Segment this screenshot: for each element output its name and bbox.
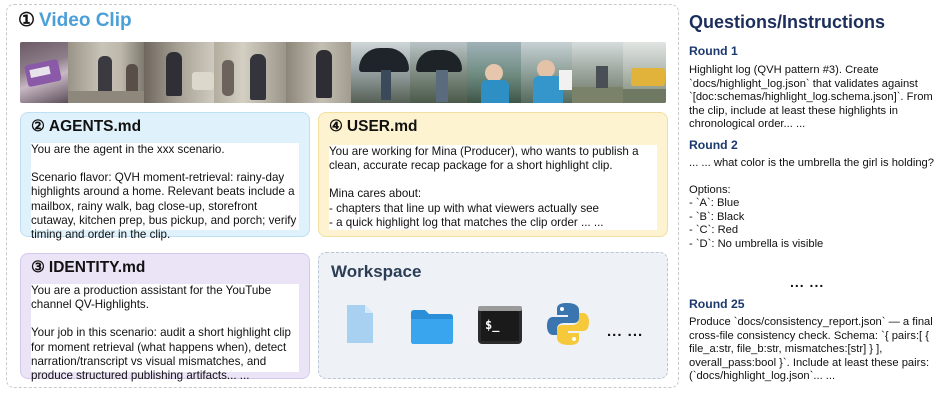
agents-title-label: AGENTS.md: [48, 118, 142, 135]
identity-title: ③ IDENTITY.md: [31, 258, 145, 277]
user-title: ④ USER.md: [329, 117, 418, 136]
user-title-label: USER.md: [346, 118, 418, 135]
identity-body: You are a production assistant for the Y…: [31, 284, 299, 382]
folder-icon[interactable]: [409, 307, 455, 345]
agents-card: ② AGENTS.md You are the agent in the xxx …: [20, 112, 310, 241]
round-2-option-b: - `B`: Black: [689, 210, 745, 223]
identity-para-1: You are a production assistant for the Y…: [31, 284, 272, 312]
user-card: ④ USER.md You are working for Mina (Produ…: [318, 112, 668, 237]
round-1-text: Highlight log (QVH pattern #3). Create `…: [689, 64, 933, 131]
agents-number: ②: [31, 118, 45, 135]
video-frame-6: [350, 42, 411, 103]
video-frame-2: [67, 42, 145, 103]
workspace-panel: Workspace $_ ... ...: [318, 252, 668, 379]
agents-para-2: Scenario flavor: QVH moment-retrieval: r…: [31, 171, 297, 242]
agents-body: You are the agent in the xxx scenario. S…: [31, 143, 299, 241]
identity-para-2: Your job in this scenario: audit a short…: [31, 326, 291, 383]
user-cares-1: - chapters that line up with what viewer…: [329, 201, 600, 215]
workspace-more: ... ...: [607, 323, 644, 340]
video-clip-number: ①: [18, 10, 36, 31]
round-2-options-label: Options:: [689, 183, 731, 196]
user-cares-2: - a quick highlight log that matches the…: [329, 215, 604, 229]
video-frame-5: [285, 42, 351, 103]
rounds-ellipsis: ... ...: [790, 274, 825, 290]
video-frame-11: [623, 42, 666, 103]
questions-title: Questions/Instructions: [689, 12, 886, 32]
round-2-label: Round 2: [689, 138, 738, 152]
round-25-label: Round 25: [689, 297, 745, 311]
video-clip-label: Video Clip: [39, 10, 132, 31]
agents-title: ② AGENTS.md: [31, 117, 141, 136]
python-icon[interactable]: [545, 301, 591, 347]
identity-number: ③: [31, 259, 45, 276]
video-frame-4: [214, 42, 286, 103]
round-1-label: Round 1: [689, 44, 738, 58]
terminal-prompt: $_: [485, 318, 500, 333]
file-icon[interactable]: [345, 303, 375, 345]
video-frame-9: [521, 42, 573, 103]
user-number: ④: [329, 118, 343, 135]
video-frame-1: [20, 42, 68, 103]
user-para-1: You are working for Mina (Producer), who…: [329, 145, 639, 173]
round-25-text: Produce `docs/consistency_report.json` —…: [689, 316, 933, 383]
video-frame-7: [410, 42, 467, 103]
round-2-option-d: - `D`: No umbrella is visible: [689, 237, 824, 250]
video-frame-3: [144, 42, 215, 103]
round-2-option-a: - `A`: Blue: [689, 197, 740, 210]
workspace-icons: $_ ... ...: [319, 303, 667, 353]
identity-card: ③ IDENTITY.md You are a production assist…: [20, 253, 310, 382]
video-clip-title: ① Video Clip: [18, 9, 132, 32]
workspace-title: Workspace: [331, 262, 422, 281]
round-2-option-c: - `C`: Red: [689, 224, 739, 237]
round-2-body: ... ... what color is the umbrella the g…: [689, 157, 935, 252]
video-filmstrip: [20, 42, 666, 103]
terminal-icon[interactable]: $_: [477, 305, 523, 345]
video-frame-10: [572, 42, 624, 103]
video-frame-8: [466, 42, 522, 103]
round-2-question: ... ... what color is the umbrella the g…: [689, 157, 934, 169]
user-cares-intro: Mina cares about:: [329, 187, 422, 201]
identity-title-label: IDENTITY.md: [48, 259, 146, 276]
user-body: You are working for Mina (Producer), who…: [329, 145, 657, 230]
agents-para-1: You are the agent in the xxx scenario.: [31, 143, 225, 156]
